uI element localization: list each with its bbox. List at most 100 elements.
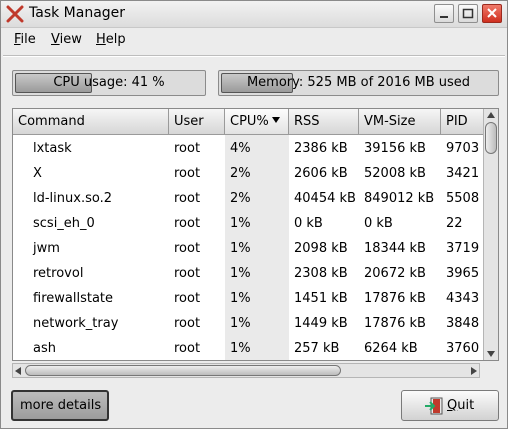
menu-separator [3, 55, 505, 57]
menu-view[interactable]: View [51, 32, 82, 47]
cell-rss: 2606 kB [294, 166, 348, 181]
column-header-rss[interactable]: RSS [289, 109, 359, 135]
menu-help[interactable]: Help [96, 32, 126, 47]
scroll-down-arrow-icon[interactable] [487, 351, 495, 357]
horizontal-scrollbar[interactable] [12, 363, 480, 378]
more-details-label: more details [20, 398, 102, 413]
close-button[interactable] [482, 4, 502, 23]
table-row[interactable]: firewallstate root 1% 1451 kB 17876 kB 4343 [13, 287, 483, 312]
app-x-icon [6, 5, 24, 23]
vertical-scrollbar[interactable] [483, 109, 498, 360]
maximize-button[interactable] [458, 4, 478, 23]
cell-command: ld-linux.so.2 [33, 191, 112, 206]
cell-cpu: 1% [230, 216, 251, 231]
task-manager-window: Task Manager File View Help CPU usage: 4… [0, 0, 508, 429]
quit-label: Quit [447, 398, 475, 413]
cell-rss: 2386 kB [294, 141, 348, 156]
memory-usage-label: Memory: 525 MB of 2016 MB used [246, 75, 471, 90]
cell-rss: 2098 kB [294, 241, 348, 256]
cell-pid: 3760 [446, 341, 480, 356]
sort-descending-icon[interactable] [271, 117, 280, 123]
cell-user: root [174, 266, 201, 281]
cell-command: network_tray [33, 316, 119, 331]
cell-cpu: 1% [230, 291, 251, 306]
cell-cpu: 1% [230, 241, 251, 256]
cell-cpu: 1% [230, 341, 251, 356]
cell-cpu: 4% [230, 141, 251, 156]
column-header-command[interactable]: Command [13, 109, 169, 135]
cell-pid: 22 [446, 216, 463, 231]
table-row[interactable]: retrovol root 1% 2308 kB 20672 kB 3965 [13, 262, 483, 287]
column-header-pid[interactable]: PID [441, 109, 483, 135]
vertical-scroll-thumb[interactable] [485, 122, 497, 154]
table-row[interactable]: jwm root 1% 2098 kB 18344 kB 3719 [13, 237, 483, 262]
table-row[interactable]: ash root 1% 257 kB 6264 kB 3760 [13, 337, 483, 360]
cell-vmsize: 20672 kB [364, 266, 426, 281]
cell-pid: 4343 [446, 291, 480, 306]
cell-command: lxtask [33, 141, 72, 156]
process-table: Command User CPU% RSS VM-Size PID lxtask root 4%… [12, 108, 499, 361]
cell-command: retrovol [33, 266, 84, 281]
cell-vmsize: 849012 kB [364, 191, 435, 206]
cell-cpu: 2% [230, 191, 251, 206]
cell-pid: 3848 [446, 316, 480, 331]
cell-command: firewallstate [33, 291, 113, 306]
cell-pid: 3719 [446, 241, 480, 256]
cell-pid: 9703 [446, 141, 480, 156]
cell-user: root [174, 141, 201, 156]
cell-rss: 40454 kB [294, 191, 356, 206]
quit-button[interactable]: Quit [401, 390, 499, 421]
cell-vmsize: 17876 kB [364, 316, 426, 331]
cell-command: jwm [33, 241, 60, 256]
cell-user: root [174, 341, 201, 356]
minimize-button[interactable] [434, 4, 454, 23]
cell-user: root [174, 241, 201, 256]
window-title: Task Manager [29, 5, 126, 21]
horizontal-scroll-thumb[interactable] [25, 365, 341, 376]
table-row[interactable]: scsi_eh_0 root 1% 0 kB 0 kB 22 [13, 212, 483, 237]
table-row[interactable]: ld-linux.so.2 root 2% 40454 kB 849012 kB 5508 [13, 187, 483, 212]
cell-vmsize: 52008 kB [364, 166, 426, 181]
cell-rss: 257 kB [294, 341, 340, 356]
cell-user: root [174, 166, 201, 181]
memory-usage-bar: Memory: 525 MB of 2016 MB used [218, 70, 499, 96]
cell-cpu: 1% [230, 316, 251, 331]
close-icon [487, 8, 497, 18]
cell-command: X [33, 166, 42, 181]
cell-rss: 1451 kB [294, 291, 348, 306]
scroll-left-arrow-icon[interactable] [15, 367, 21, 375]
title-bar[interactable]: Task Manager [1, 1, 507, 28]
cell-rss: 2308 kB [294, 266, 348, 281]
column-header-cpu[interactable]: CPU% [225, 109, 289, 135]
cell-command: ash [33, 341, 56, 356]
cell-vmsize: 6264 kB [364, 341, 418, 356]
cell-user: root [174, 316, 201, 331]
exit-door-icon [425, 397, 443, 415]
column-header-vmsize[interactable]: VM-Size [359, 109, 441, 135]
cpu-usage-label: CPU usage: 41 % [53, 75, 165, 90]
process-grid: Command User CPU% RSS VM-Size PID lxtask root 4%… [13, 109, 483, 360]
scroll-up-arrow-icon[interactable] [487, 112, 495, 118]
minimize-icon [440, 16, 448, 18]
cell-user: root [174, 216, 201, 231]
scroll-right-arrow-icon[interactable] [471, 367, 477, 375]
more-details-button[interactable]: more details [11, 390, 109, 421]
table-row[interactable]: lxtask root 4% 2386 kB 39156 kB 9703 [13, 137, 483, 162]
cell-rss: 0 kB [294, 216, 323, 231]
menu-bar: File View Help [1, 29, 507, 51]
cell-cpu: 1% [230, 266, 251, 281]
table-row[interactable]: network_tray root 1% 1449 kB 17876 kB 3848 [13, 312, 483, 337]
cell-user: root [174, 291, 201, 306]
cell-pid: 3421 [446, 166, 480, 181]
cell-vmsize: 0 kB [364, 216, 393, 231]
menu-file[interactable]: File [14, 32, 36, 47]
cell-pid: 3965 [446, 266, 480, 281]
cell-rss: 1449 kB [294, 316, 348, 331]
column-header-user[interactable]: User [169, 109, 225, 135]
cell-cpu: 2% [230, 166, 251, 181]
table-row[interactable]: Xroot 2% 2606 kB 52008 kB 3421 [13, 162, 483, 187]
cell-command: scsi_eh_0 [33, 216, 95, 231]
cell-pid: 5508 [446, 191, 480, 206]
cell-vmsize: 39156 kB [364, 141, 426, 156]
cpu-usage-bar: CPU usage: 41 % [12, 70, 206, 96]
